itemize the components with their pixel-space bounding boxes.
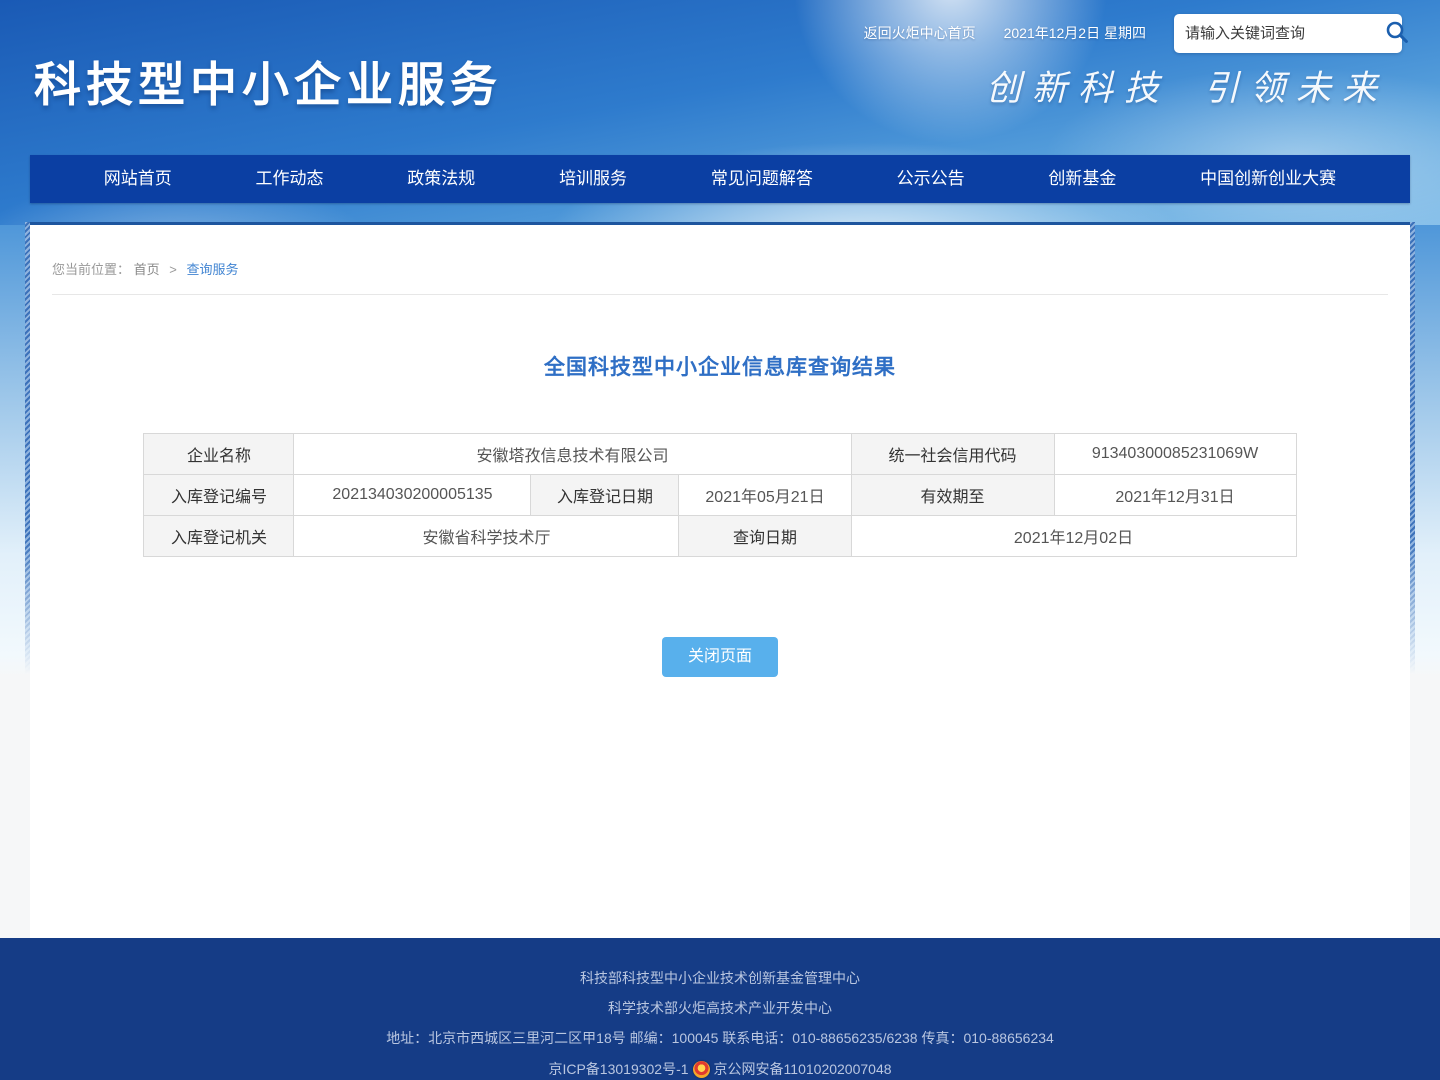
- footer-org-line2: 科学技术部火炬高技术产业开发中心: [0, 1001, 1440, 1016]
- button-row: 关闭页面: [30, 637, 1410, 677]
- breadcrumb-home-link[interactable]: 首页: [134, 262, 160, 277]
- current-date: 2021年12月2日 星期四: [1004, 23, 1146, 43]
- icp-record-link[interactable]: 京ICP备13019302号-1: [548, 1062, 688, 1077]
- table-row: 入库登记机关 安徽省科学技术厅 查询日期 2021年12月02日: [144, 516, 1296, 557]
- registration-date-label: 入库登记日期: [531, 475, 679, 516]
- footer-org-line1: 科技部科技型中小企业技术创新基金管理中心: [0, 971, 1440, 986]
- public-security-record-link[interactable]: 京公网安备11010202007048: [714, 1062, 892, 1077]
- footer: 科技部科技型中小企业技术创新基金管理中心 科学技术部火炬高技术产业开发中心 地址…: [0, 938, 1440, 1080]
- page-title: 全国科技型中小企业信息库查询结果: [30, 351, 1410, 381]
- valid-until-label: 有效期至: [851, 475, 1054, 516]
- table-row: 入库登记编号 202134030200005135 入库登记日期 2021年05…: [144, 475, 1296, 516]
- content-panel: 您当前位置： 首页 > 查询服务 全国科技型中小企业信息库查询结果 企业名称 安…: [30, 222, 1410, 938]
- valid-until-value: 2021年12月31日: [1054, 475, 1296, 516]
- nav-item-training[interactable]: 培训服务: [549, 155, 637, 203]
- breadcrumb-divider: [52, 294, 1388, 295]
- nav-item-policy[interactable]: 政策法规: [397, 155, 485, 203]
- return-torch-home-link[interactable]: 返回火炬中心首页: [864, 23, 976, 43]
- nav-item-faq[interactable]: 常见问题解答: [701, 155, 823, 203]
- search-box[interactable]: [1174, 14, 1402, 53]
- registration-number-label: 入库登记编号: [144, 475, 294, 516]
- registration-org-label: 入库登记机关: [144, 516, 294, 557]
- search-button[interactable]: [1384, 19, 1410, 48]
- breadcrumb-separator: >: [169, 262, 177, 277]
- footer-record-line: 京ICP备13019302号-1 京公网安备11010202007048: [0, 1061, 1440, 1078]
- footer-contact-line: 地址：北京市西城区三里河二区甲18号 邮编：100045 联系电话：010-88…: [0, 1031, 1440, 1046]
- site-logo: 科技型中小企业服务: [34, 46, 502, 115]
- main-nav: 网站首页 工作动态 政策法规 培训服务 常见问题解答 公示公告 创新基金 中国创…: [30, 155, 1410, 203]
- company-name-label: 企业名称: [144, 434, 294, 475]
- table-row: 企业名称 安徽塔孜信息技术有限公司 统一社会信用代码 9134030008523…: [144, 434, 1296, 475]
- company-name-value: 安徽塔孜信息技术有限公司: [294, 434, 851, 475]
- breadcrumb: 您当前位置： 首页 > 查询服务: [52, 225, 1388, 278]
- query-date-value: 2021年12月02日: [851, 516, 1296, 557]
- breadcrumb-current-link[interactable]: 查询服务: [187, 262, 239, 277]
- nav-item-fund[interactable]: 创新基金: [1038, 155, 1126, 203]
- registration-date-value: 2021年05月21日: [679, 475, 851, 516]
- slogan-part2: 引领未来: [1204, 69, 1388, 109]
- registration-number-value: 202134030200005135: [294, 475, 531, 516]
- slogan-part1: 创新科技: [986, 69, 1170, 109]
- header: 返回火炬中心首页 2021年12月2日 星期四 科技型中小企业服务 创新科技引领…: [0, 0, 1440, 225]
- public-security-badge-icon: [693, 1061, 710, 1078]
- site-slogan: 创新科技引领未来: [986, 60, 1388, 111]
- query-date-label: 查询日期: [679, 516, 851, 557]
- search-icon: [1384, 19, 1410, 48]
- search-input[interactable]: [1185, 25, 1384, 42]
- credit-code-value: 91340300085231069W: [1054, 434, 1296, 475]
- nav-item-home[interactable]: 网站首页: [94, 155, 182, 203]
- topbar: 返回火炬中心首页 2021年12月2日 星期四: [864, 13, 1402, 53]
- nav-item-competition[interactable]: 中国创新创业大赛: [1190, 155, 1346, 203]
- query-result-table: 企业名称 安徽塔孜信息技术有限公司 统一社会信用代码 9134030008523…: [143, 433, 1296, 557]
- breadcrumb-prefix: 您当前位置：: [52, 262, 130, 277]
- registration-org-value: 安徽省科学技术厅: [294, 516, 679, 557]
- nav-item-notices[interactable]: 公示公告: [887, 155, 975, 203]
- close-page-button[interactable]: 关闭页面: [662, 637, 778, 677]
- credit-code-label: 统一社会信用代码: [851, 434, 1054, 475]
- nav-item-news[interactable]: 工作动态: [246, 155, 334, 203]
